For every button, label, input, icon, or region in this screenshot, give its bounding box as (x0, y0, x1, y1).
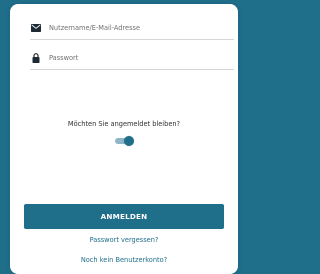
remember-me-toggle[interactable] (115, 136, 134, 146)
envelope-icon (30, 22, 42, 34)
remember-me-label: Möchten Sie angemeldet bleiben? (67, 120, 181, 128)
forgot-password-link[interactable]: Passwort vergessen? (10, 236, 238, 244)
register-link[interactable]: Noch kein Benutzerkonto? (10, 256, 238, 264)
username-field[interactable] (30, 17, 234, 40)
login-button[interactable]: ANMELDEN (24, 204, 224, 229)
toggle-thumb (124, 136, 134, 146)
password-field[interactable] (30, 47, 234, 70)
lock-icon (30, 52, 42, 64)
password-input[interactable] (49, 51, 234, 65)
username-input[interactable] (49, 21, 234, 35)
